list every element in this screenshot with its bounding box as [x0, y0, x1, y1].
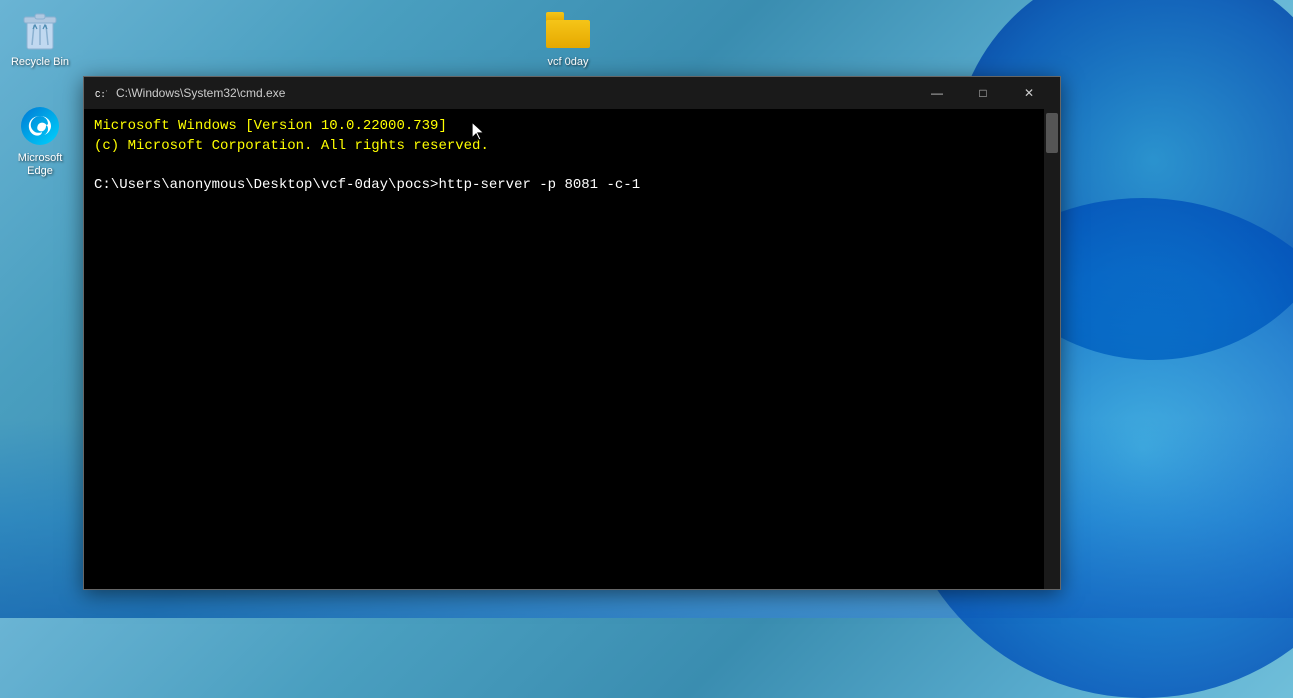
edge-icon	[18, 104, 62, 148]
cmd-scrollbar[interactable]	[1044, 109, 1060, 589]
desktop-icon-edge[interactable]: Microsoft Edge	[0, 100, 80, 182]
folder-icon	[546, 8, 590, 52]
desktop-icon-vcf-folder[interactable]: vcf 0day	[528, 4, 608, 73]
cmd-close-button[interactable]: ✕	[1006, 77, 1052, 109]
terminal-line-blank	[94, 156, 1034, 176]
recycle-bin-label: Recycle Bin	[11, 56, 69, 69]
cmd-scrollbar-thumb[interactable]	[1046, 113, 1058, 153]
cmd-terminal[interactable]: Microsoft Windows [Version 10.0.22000.73…	[84, 109, 1044, 589]
terminal-line-1: Microsoft Windows [Version 10.0.22000.73…	[94, 117, 1034, 137]
vcf-folder-label: vcf 0day	[548, 56, 589, 69]
cmd-window: C:\ C:\Windows\System32\cmd.exe — □ ✕ Mi…	[83, 76, 1061, 590]
desktop-icon-recycle-bin[interactable]: Recycle Bin	[0, 4, 80, 73]
svg-text:C:\: C:\	[95, 90, 107, 100]
recycle-bin-icon	[18, 8, 62, 52]
cmd-window-controls: — □ ✕	[914, 77, 1052, 109]
terminal-line-3: C:\Users\anonymous\Desktop\vcf-0day\pocs…	[94, 176, 1034, 196]
cmd-maximize-button[interactable]: □	[960, 77, 1006, 109]
edge-label: Microsoft Edge	[4, 152, 76, 178]
terminal-line-2: (c) Microsoft Corporation. All rights re…	[94, 137, 1034, 157]
cmd-titlebar[interactable]: C:\ C:\Windows\System32\cmd.exe — □ ✕	[84, 77, 1060, 109]
cmd-minimize-button[interactable]: —	[914, 77, 960, 109]
cmd-title-text: C:\Windows\System32\cmd.exe	[116, 86, 914, 100]
cmd-content-area: Microsoft Windows [Version 10.0.22000.73…	[84, 109, 1060, 589]
cmd-titlebar-icon: C:\	[92, 85, 108, 101]
